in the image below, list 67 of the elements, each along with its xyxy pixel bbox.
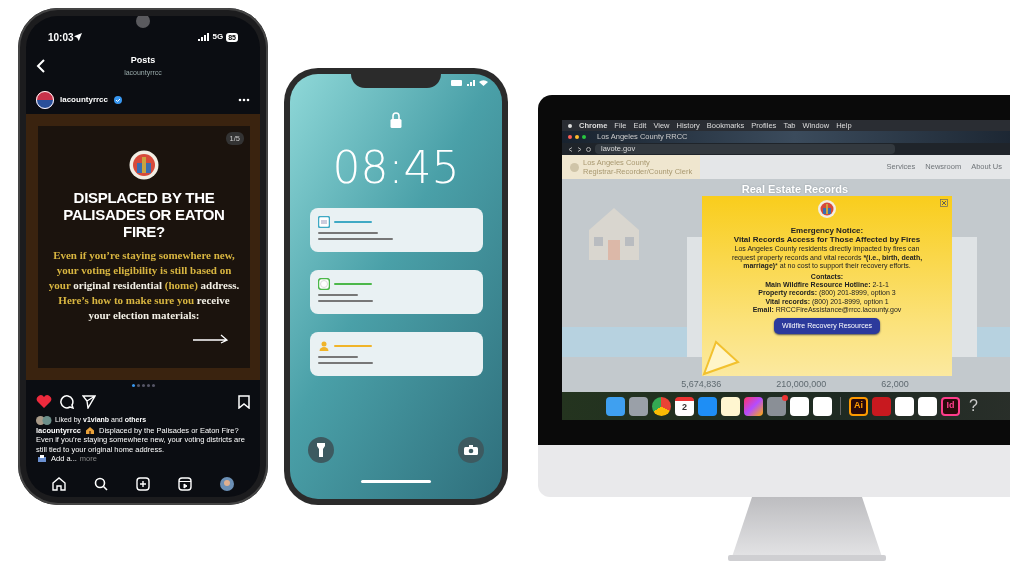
county-seal-icon bbox=[818, 200, 836, 218]
calendar-icon[interactable]: 2 bbox=[675, 396, 694, 416]
text-line bbox=[317, 232, 378, 234]
county-seal-icon bbox=[570, 162, 579, 172]
camera-dot bbox=[136, 16, 150, 28]
page-title: Real Estate Records bbox=[740, 182, 850, 197]
add-icon[interactable] bbox=[136, 477, 150, 491]
dialog-title: Emergency Notice: bbox=[790, 226, 864, 236]
house-icon bbox=[86, 427, 95, 435]
flashlight-icon bbox=[317, 443, 325, 457]
text-line bbox=[317, 300, 373, 302]
dialog-subtitle: Vital Records Access for Those Affected by Fires bbox=[733, 235, 921, 245]
stat-value: 210,000,000 bbox=[776, 378, 827, 391]
search-icon[interactable] bbox=[94, 477, 108, 491]
camera-icon bbox=[464, 445, 478, 455]
back-icon[interactable] bbox=[568, 146, 573, 152]
status-time: 10:03 bbox=[48, 30, 74, 45]
liker-avatars-icon bbox=[36, 415, 52, 425]
reload-icon[interactable] bbox=[586, 146, 591, 152]
battery-icon bbox=[451, 80, 463, 86]
bookmark-icon[interactable] bbox=[238, 395, 250, 409]
flashlight-button[interactable] bbox=[308, 437, 334, 463]
text-line bbox=[317, 362, 373, 364]
camera-button[interactable] bbox=[458, 437, 484, 463]
post-body: Even if you’re staying somewhere new, your voting eligibility is still based on your original residential (home) address. Here’s how to make sure you receive your election materials: bbox=[47, 248, 241, 323]
picture-icon bbox=[317, 216, 330, 228]
ballot-box-icon bbox=[38, 455, 46, 463]
arrow-icon bbox=[192, 334, 230, 344]
more-icon[interactable] bbox=[238, 98, 250, 102]
seal-icon bbox=[129, 150, 159, 180]
wifi-icon bbox=[479, 80, 488, 86]
signal-icon bbox=[467, 80, 475, 86]
question-mark-icon[interactable]: ? bbox=[964, 396, 983, 416]
apple-logo-icon bbox=[568, 123, 572, 128]
profile-avatar-icon[interactable] bbox=[220, 477, 234, 491]
avatar-icon bbox=[36, 91, 54, 109]
forward-icon[interactable] bbox=[577, 146, 582, 152]
reels-icon[interactable] bbox=[178, 477, 192, 491]
stat-value: 62,000 bbox=[881, 378, 909, 391]
location-arrow-icon bbox=[73, 33, 82, 41]
lock-icon bbox=[390, 112, 402, 128]
chat-bubble-icon bbox=[317, 278, 330, 290]
text-line bbox=[317, 356, 358, 358]
stat-value: 5,674,836 bbox=[681, 378, 722, 391]
signal-icon bbox=[197, 33, 210, 41]
heart-icon[interactable] bbox=[36, 395, 52, 409]
carousel-dot[interactable] bbox=[146, 383, 150, 387]
clock-time: 08:45 bbox=[332, 146, 460, 190]
home-icon[interactable] bbox=[52, 477, 66, 491]
text-line bbox=[317, 294, 358, 296]
notification-card[interactable] bbox=[309, 270, 483, 314]
letter-tile-icon[interactable]: Id bbox=[941, 396, 960, 416]
comment-icon[interactable] bbox=[60, 395, 74, 409]
letter-tile-icon[interactable]: Ai bbox=[849, 396, 868, 416]
post-headline: DISPLACED BY THE PALISADES OR EATON FIRE? bbox=[62, 190, 226, 241]
carousel-dot[interactable] bbox=[141, 383, 145, 387]
notification-card[interactable] bbox=[309, 332, 483, 376]
carousel-dot[interactable] bbox=[136, 383, 140, 387]
network-label: 5G bbox=[212, 31, 224, 43]
notification-card[interactable] bbox=[309, 208, 483, 252]
send-icon[interactable] bbox=[82, 395, 96, 409]
person-icon bbox=[317, 340, 330, 352]
carousel-dot[interactable] bbox=[151, 383, 155, 387]
header-title: Posts bbox=[130, 54, 156, 67]
carousel-dot[interactable] bbox=[131, 383, 135, 387]
close-icon[interactable] bbox=[940, 199, 948, 207]
post-username[interactable]: lacountyrrcc bbox=[60, 94, 109, 106]
